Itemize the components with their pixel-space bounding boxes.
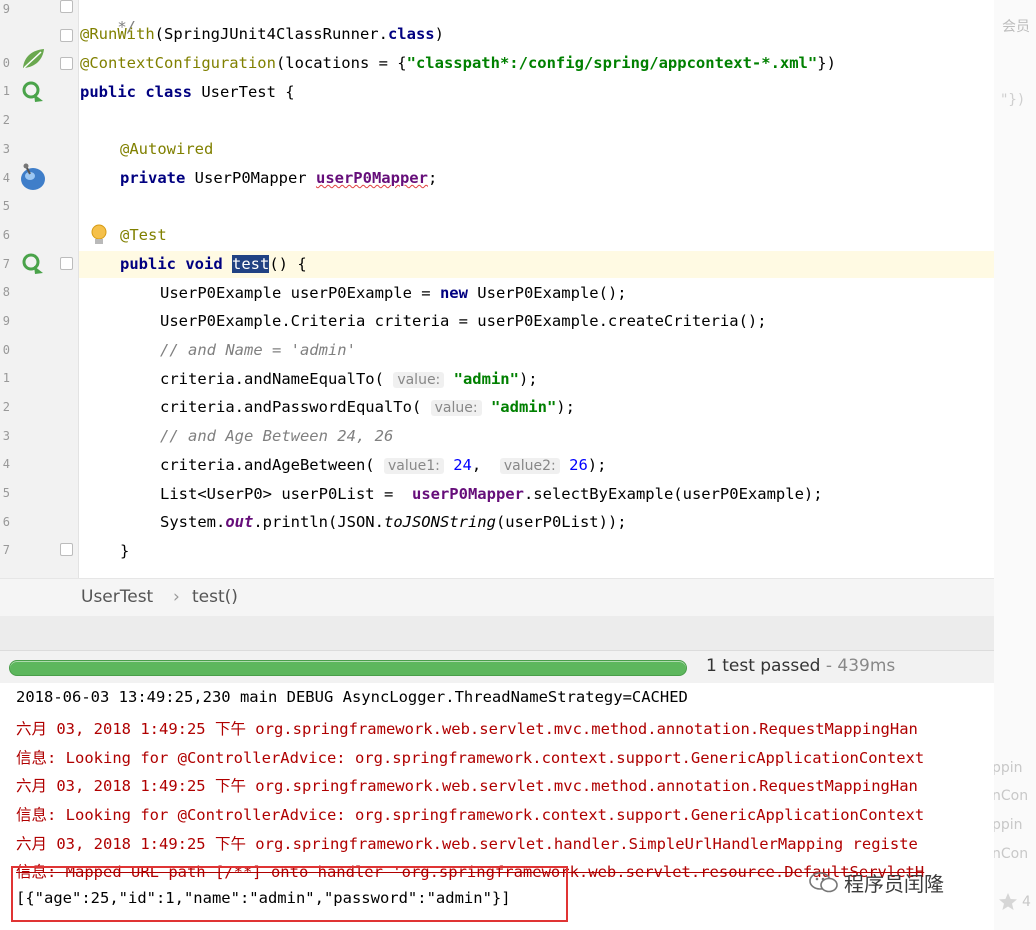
fold-marker[interactable] (60, 543, 73, 556)
code-line: @RunWith(SpringJUnit4ClassRunner.class) (80, 25, 444, 43)
line-number: 9 (2, 2, 10, 16)
background-text: ppin (994, 817, 1023, 833)
line-number: 1 (2, 371, 10, 385)
code-line: @Autowired (120, 140, 214, 158)
code-line: System.out.println(JSON.toJSONString(use… (160, 513, 627, 531)
code-line: public class UserTest { (80, 83, 295, 101)
code-line: } (120, 542, 130, 560)
fold-marker[interactable] (60, 257, 73, 270)
breadcrumb: UserTest › test() (0, 578, 994, 617)
breadcrumb-class[interactable]: UserTest (81, 587, 153, 607)
star-count: 4 (1022, 894, 1031, 910)
line-number: 7 (2, 543, 10, 557)
line-number: 8 (2, 285, 10, 299)
line-number: 5 (2, 486, 10, 500)
fold-marker[interactable] (60, 57, 73, 70)
star-icon[interactable] (998, 892, 1018, 912)
code-line: // and Name = 'admin' (160, 341, 356, 359)
wechat-icon (809, 872, 838, 893)
member-label: 会员 (1002, 19, 1030, 35)
code-line: @ContextConfiguration(locations = {"clas… (80, 54, 836, 72)
line-number: 1 (2, 84, 10, 98)
line-number: 0 (2, 56, 10, 70)
code-line: private UserP0Mapper userP0Mapper; (120, 169, 438, 187)
test-progress-bar (9, 660, 687, 676)
run-test-icon[interactable] (20, 80, 46, 104)
console-line: 六月 03, 2018 1:49:25 下午 org.springframewo… (16, 777, 918, 795)
background-text: nCon (994, 788, 1029, 804)
background-text: ppin (994, 760, 1023, 776)
selected-method-name[interactable]: test (232, 255, 270, 273)
console-line: 信息: Looking for @ControllerAdvice: org.s… (16, 749, 925, 767)
line-number: 9 (2, 314, 10, 328)
param-hint: value: (430, 400, 482, 416)
fold-marker[interactable] (60, 0, 73, 13)
console-line: 2018-06-03 13:49:25,230 main DEBUG Async… (16, 688, 688, 706)
console-line: 信息: Looking for @ControllerAdvice: org.s… (16, 806, 925, 824)
line-number: 4 (2, 171, 10, 185)
background-text: nCon (994, 846, 1029, 862)
line-number: 3 (2, 142, 10, 156)
fold-marker[interactable] (60, 29, 73, 42)
line-number: 7 (2, 257, 10, 271)
code-line: UserP0Example.Criteria criteria = userP0… (160, 312, 767, 330)
code-line: UserP0Example userP0Example = new UserP0… (160, 284, 627, 302)
code-line: criteria.andNameEqualTo( value: "admin")… (160, 370, 538, 388)
code-line: // and Age Between 24, 26 (160, 427, 394, 445)
watermark-text: 程序员闰隆 (844, 872, 944, 896)
param-hint: value2: (499, 458, 560, 474)
line-number: 3 (2, 429, 10, 443)
code-editor[interactable]: 9 0 1 2 3 4 5 6 7 8 9 0 1 2 3 4 5 6 7 */… (0, 0, 994, 578)
editor-gutter: 9 0 1 2 3 4 5 6 7 8 9 0 1 2 3 4 5 6 7 (0, 0, 79, 578)
param-hint: value1: (383, 458, 444, 474)
watermark: 程序员闰隆 (808, 866, 978, 896)
code-line: public void test() { (120, 255, 307, 273)
test-result-bar: 1 test passed - 439ms (0, 651, 994, 683)
code-line: criteria.andPasswordEqualTo( value: "adm… (160, 398, 575, 416)
code-snippet: "}) (1000, 92, 1026, 108)
line-number: 6 (2, 515, 10, 529)
line-number: 4 (2, 457, 10, 471)
breadcrumb-method[interactable]: test() (192, 587, 238, 607)
line-number: 2 (2, 400, 10, 414)
run-test-icon[interactable] (20, 252, 46, 276)
tool-window-header (0, 616, 994, 651)
lightbulb-icon[interactable] (90, 224, 108, 248)
bean-injection-icon[interactable] (18, 162, 48, 192)
param-hint: value: (393, 372, 445, 388)
console-line: 六月 03, 2018 1:49:25 下午 org.springframewo… (16, 720, 918, 738)
line-number: 6 (2, 228, 10, 242)
spring-leaf-icon[interactable] (20, 47, 46, 71)
line-number: 5 (2, 199, 10, 213)
background-page: 会员 "}) ppin nCon ppin nCon 4 (994, 0, 1036, 930)
code-line: @Test (120, 226, 167, 244)
breadcrumb-separator: › (173, 587, 180, 607)
test-status-text: 1 test passed - 439ms (706, 656, 896, 676)
result-highlight-box (11, 866, 568, 922)
line-number: 0 (2, 343, 10, 357)
line-number: 2 (2, 113, 10, 127)
console-line: 六月 03, 2018 1:49:25 下午 org.springframewo… (16, 835, 918, 853)
code-line: criteria.andAgeBetween( value1: 24, valu… (160, 456, 607, 474)
code-line: List<UserP0> userP0List = userP0Mapper.s… (160, 485, 823, 503)
